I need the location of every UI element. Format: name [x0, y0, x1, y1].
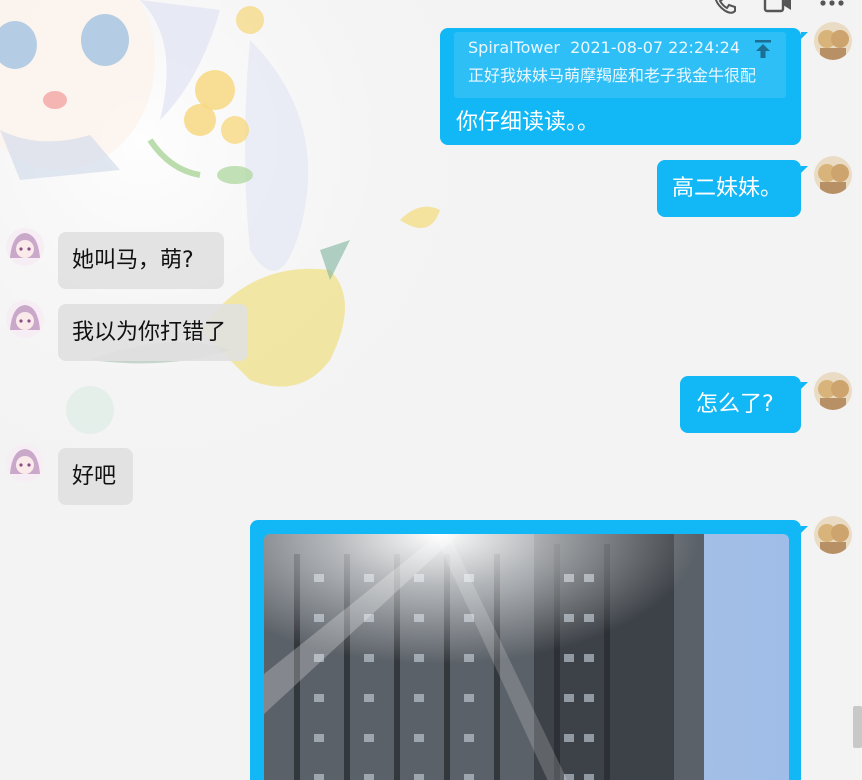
message-bubble[interactable]: 好吧 [58, 448, 133, 505]
self-avatar[interactable] [814, 516, 852, 554]
video-call-icon[interactable] [762, 0, 794, 16]
more-icon[interactable] [816, 0, 848, 16]
message-bubble[interactable]: 我以为你打错了 [58, 304, 248, 361]
self-avatar[interactable] [814, 156, 852, 194]
quote-author: SpiralTower [468, 38, 560, 57]
jump-to-original-icon[interactable] [752, 38, 774, 60]
message-bubble[interactable]: 怎么了? [680, 376, 801, 433]
contact-avatar[interactable] [6, 300, 44, 338]
scrollbar-thumb[interactable] [853, 706, 862, 748]
message-text: 你仔细读读。。 [456, 110, 600, 135]
message-bubble[interactable]: 她叫马，萌? [58, 232, 224, 289]
bubble-tail [801, 382, 808, 389]
message-text: 我以为你打错了 [72, 320, 227, 345]
contact-avatar[interactable] [6, 444, 44, 482]
quote-text: 正好我妹妹马萌摩羯座和老子我金牛很配 [468, 66, 757, 85]
bubble-tail [801, 166, 808, 173]
chat-toolbar [708, 0, 848, 16]
self-avatar[interactable] [814, 22, 852, 60]
chat-window: SpiralTower 2021-08-07 22:24:24 正好我妹妹马萌摩… [0, 0, 862, 780]
bubble-tail [801, 32, 808, 39]
image-message[interactable] [264, 534, 789, 780]
phone-icon[interactable] [708, 0, 740, 16]
message-text: 好吧 [72, 464, 117, 489]
message-text: 怎么了? [696, 392, 774, 417]
contact-avatar[interactable] [6, 228, 44, 266]
message-bubble[interactable]: 高二妹妹。 [657, 160, 801, 217]
quote-timestamp: 2021-08-07 22:24:24 [570, 38, 741, 57]
message-text: 她叫马，萌? [72, 248, 194, 273]
message-text: 高二妹妹。 [672, 176, 783, 201]
quote-header: SpiralTower 2021-08-07 22:24:24 [468, 38, 740, 57]
self-avatar[interactable] [814, 372, 852, 410]
quoted-message[interactable]: SpiralTower 2021-08-07 22:24:24 正好我妹妹马萌摩… [454, 32, 786, 98]
bubble-tail [801, 526, 808, 533]
